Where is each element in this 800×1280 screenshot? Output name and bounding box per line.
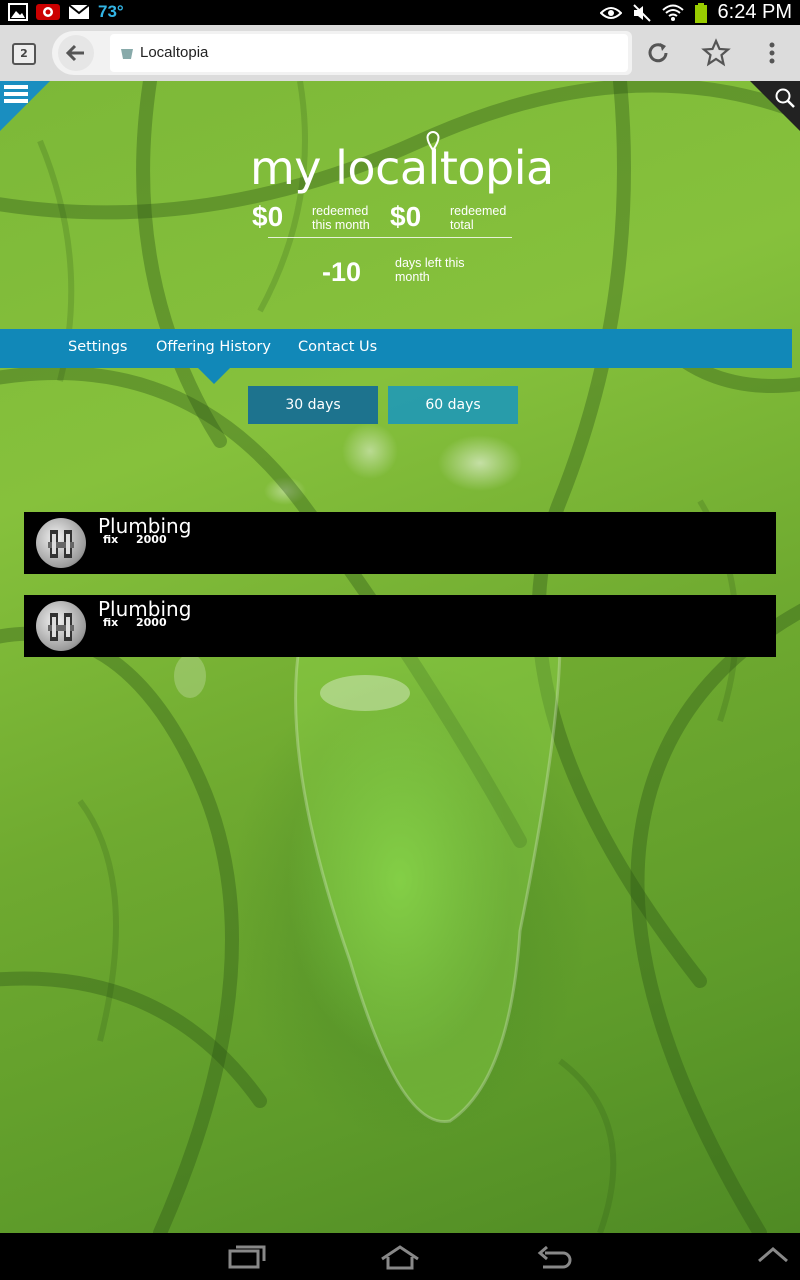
battery-icon xyxy=(694,2,707,23)
redeemed-month-label-line2: this month xyxy=(312,218,370,232)
web-page: my localtopia $0 redeemed this month $0 … xyxy=(0,81,800,1233)
home-icon[interactable] xyxy=(378,1243,422,1271)
gallery-icon xyxy=(8,3,28,21)
redeemed-total-label-line2: total xyxy=(450,218,474,232)
offering-tag: fix xyxy=(103,616,119,629)
redeemed-total-amount: $0 xyxy=(390,201,422,232)
redeemed-total-label: redeemed total xyxy=(450,204,506,232)
back-button[interactable] xyxy=(58,35,94,71)
offering-value: 2000 xyxy=(136,533,167,546)
account-nav: Settings Offering History Contact Us xyxy=(0,329,792,368)
faucet-thumbnail xyxy=(36,518,86,568)
back-nav-icon[interactable] xyxy=(535,1243,575,1271)
browser-toolbar: 2 Localtopia xyxy=(0,25,800,81)
offering-card[interactable]: Plumbing fix 2000 xyxy=(24,512,776,574)
recent-apps-icon[interactable] xyxy=(226,1243,266,1271)
search-icon[interactable] xyxy=(774,87,796,109)
url-field[interactable]: Localtopia xyxy=(110,34,628,72)
faucet-icon xyxy=(48,613,74,641)
chevron-up-icon[interactable] xyxy=(756,1243,790,1267)
tab-switcher-button[interactable]: 2 xyxy=(12,43,36,65)
hamburger-menu-icon[interactable] xyxy=(4,85,28,103)
reload-icon[interactable] xyxy=(642,37,674,69)
stats-divider xyxy=(268,237,512,238)
active-tab-indicator xyxy=(198,368,230,384)
tab-contact-us[interactable]: Contact Us xyxy=(298,339,377,355)
tab-settings[interactable]: Settings xyxy=(68,339,127,355)
offering-card[interactable]: Plumbing fix 2000 xyxy=(24,595,776,657)
redeemed-month-label: redeemed this month xyxy=(312,204,370,232)
wifi-icon xyxy=(661,4,684,21)
system-nav-bar xyxy=(0,1233,800,1280)
clock: 6:24 PM xyxy=(717,1,792,23)
range-30-days-button[interactable]: 30 days xyxy=(248,386,378,424)
arrow-left-icon xyxy=(65,44,84,62)
days-left-label: days left this month xyxy=(395,256,464,284)
overflow-menu-icon[interactable] xyxy=(756,37,788,69)
redeemed-total-label-line1: redeemed xyxy=(450,204,507,218)
temperature: 73° xyxy=(98,2,124,21)
faucet-thumbnail xyxy=(36,601,86,651)
mute-icon xyxy=(632,3,651,22)
tab-offering-history[interactable]: Offering History xyxy=(156,339,271,355)
redeemed-month-amount: $0 xyxy=(252,201,284,232)
days-left-value: -10 xyxy=(322,257,362,287)
site-favicon-icon xyxy=(121,49,133,59)
gmail-icon xyxy=(68,4,90,19)
bookmark-star-icon[interactable] xyxy=(700,37,732,69)
brand-title: my localtopia xyxy=(250,141,554,195)
vodafone-icon xyxy=(36,4,60,20)
days-left-label-line1: days left this xyxy=(395,256,465,270)
days-left-label-line2: month xyxy=(395,270,430,284)
leaf-background-image xyxy=(0,81,800,1233)
map-pin-icon xyxy=(426,131,440,151)
redeemed-month-label-line1: redeemed xyxy=(312,204,369,218)
faucet-icon xyxy=(48,530,74,558)
offering-value: 2000 xyxy=(136,616,167,629)
brand-logo: my localtopia xyxy=(250,131,554,195)
range-60-days-button[interactable]: 60 days xyxy=(388,386,518,424)
offering-tag: fix xyxy=(103,533,119,546)
url-title: Localtopia xyxy=(140,44,209,61)
status-bar: 73° 6:24 PM xyxy=(0,0,800,25)
eye-icon xyxy=(599,6,622,19)
